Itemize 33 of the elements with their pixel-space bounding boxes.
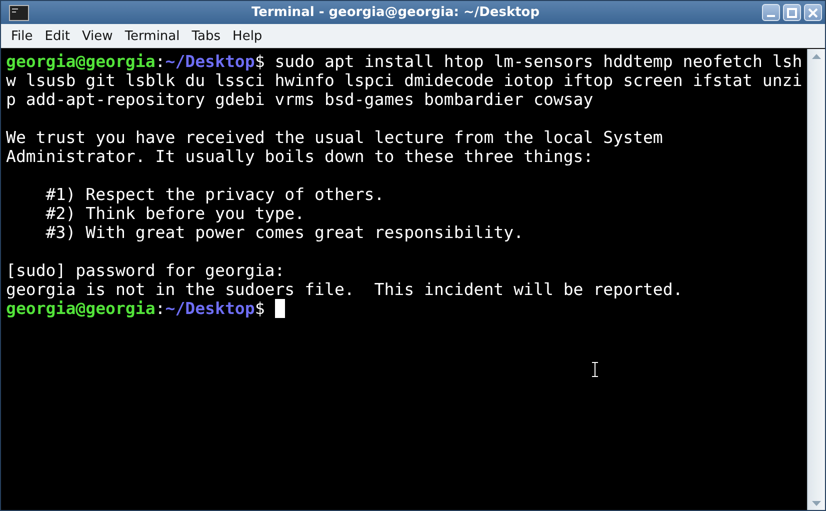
maximize-icon	[787, 8, 797, 18]
output-line: w lsusb git lsblk du lssci hwinfo lspci dmidecode iotop iftop screen ifstat unzi	[6, 71, 802, 90]
terminal-icon	[9, 4, 29, 20]
prompt-separator: :	[155, 52, 166, 71]
output-line: #3) With great power comes great responsibility.	[44, 223, 524, 242]
prompt-path: ~/Desktop	[165, 52, 255, 71]
text-cursor-icon	[592, 362, 598, 377]
menu-item[interactable]: Tabs	[186, 28, 227, 44]
close-button[interactable]	[804, 4, 822, 21]
output-line: We trust you have received the usual lecture from the local System	[6, 128, 663, 147]
output-line: #2) Think before you type.	[44, 204, 305, 223]
minimize-button[interactable]	[762, 4, 780, 21]
prompt-separator: :	[155, 299, 166, 318]
minimize-icon	[767, 14, 775, 16]
menu-item[interactable]: Terminal	[118, 28, 186, 44]
prompt-user: georgia@georgia	[6, 52, 156, 71]
prompt-user: georgia@georgia	[6, 299, 156, 318]
command-text: $	[254, 299, 265, 318]
command-text: $ sudo apt install htop lm-sensors hddtemp neofetch lsh	[254, 52, 802, 71]
menu-item[interactable]: File	[5, 28, 39, 44]
output-line: p add-apt-repository gdebi vrms bsd-games bombardier cowsay	[6, 90, 594, 109]
output-line: [sudo] password for georgia:	[6, 261, 285, 280]
scrollbar[interactable]	[807, 49, 825, 510]
output-line: #1) Respect the privacy of others.	[44, 185, 384, 204]
output-line: georgia is not in the sudoers file. This incident will be reported.	[6, 280, 683, 299]
output-line: Administrator. It usually boils down to these three things:	[6, 147, 594, 166]
maximize-button[interactable]	[783, 4, 801, 21]
prompt-path: ~/Desktop	[165, 299, 255, 318]
menu-item[interactable]: Edit	[38, 28, 76, 44]
menu-item[interactable]: View	[76, 28, 119, 44]
close-icon	[808, 8, 818, 18]
window-title: Terminal - georgia@georgia: ~/Desktop	[250, 5, 541, 20]
menu-item[interactable]: Help	[226, 28, 268, 44]
